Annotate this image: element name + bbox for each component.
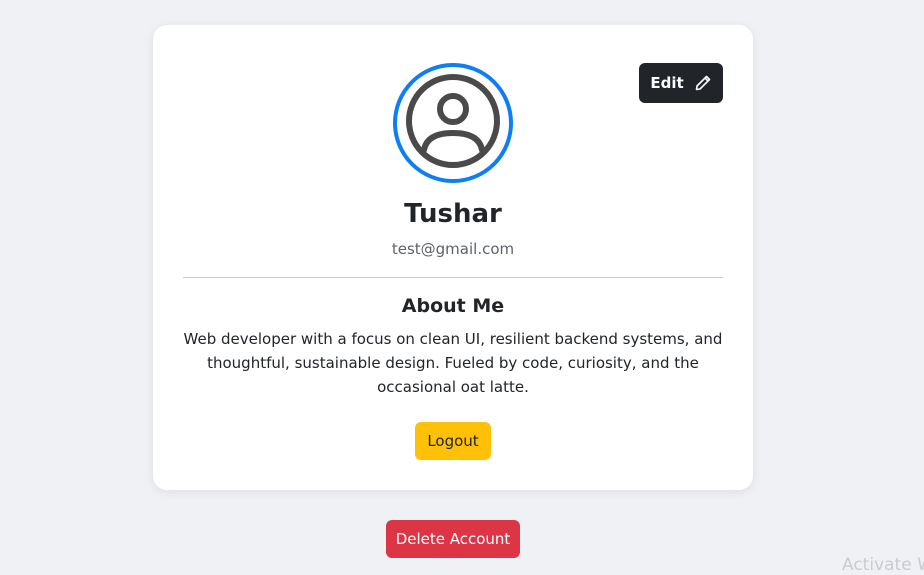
about-title: About Me xyxy=(401,295,505,317)
logout-button[interactable]: Logout xyxy=(415,422,491,460)
profile-card: Edit Tushar test@gmail.com About Me Web … xyxy=(153,25,753,490)
about-text: Web developer with a focus on clean UI, … xyxy=(183,330,723,396)
pencil-icon xyxy=(694,74,712,92)
edit-button[interactable]: Edit xyxy=(639,63,723,103)
profile-email: test@gmail.com xyxy=(391,240,515,258)
user-circle-icon xyxy=(403,71,503,175)
avatar xyxy=(393,63,513,183)
divider xyxy=(183,277,723,278)
activation-watermark: Activate W xyxy=(842,555,924,575)
edit-label: Edit xyxy=(650,74,684,92)
delete-account-button[interactable]: Delete Account xyxy=(386,520,520,558)
profile-name: Tushar xyxy=(404,199,502,229)
